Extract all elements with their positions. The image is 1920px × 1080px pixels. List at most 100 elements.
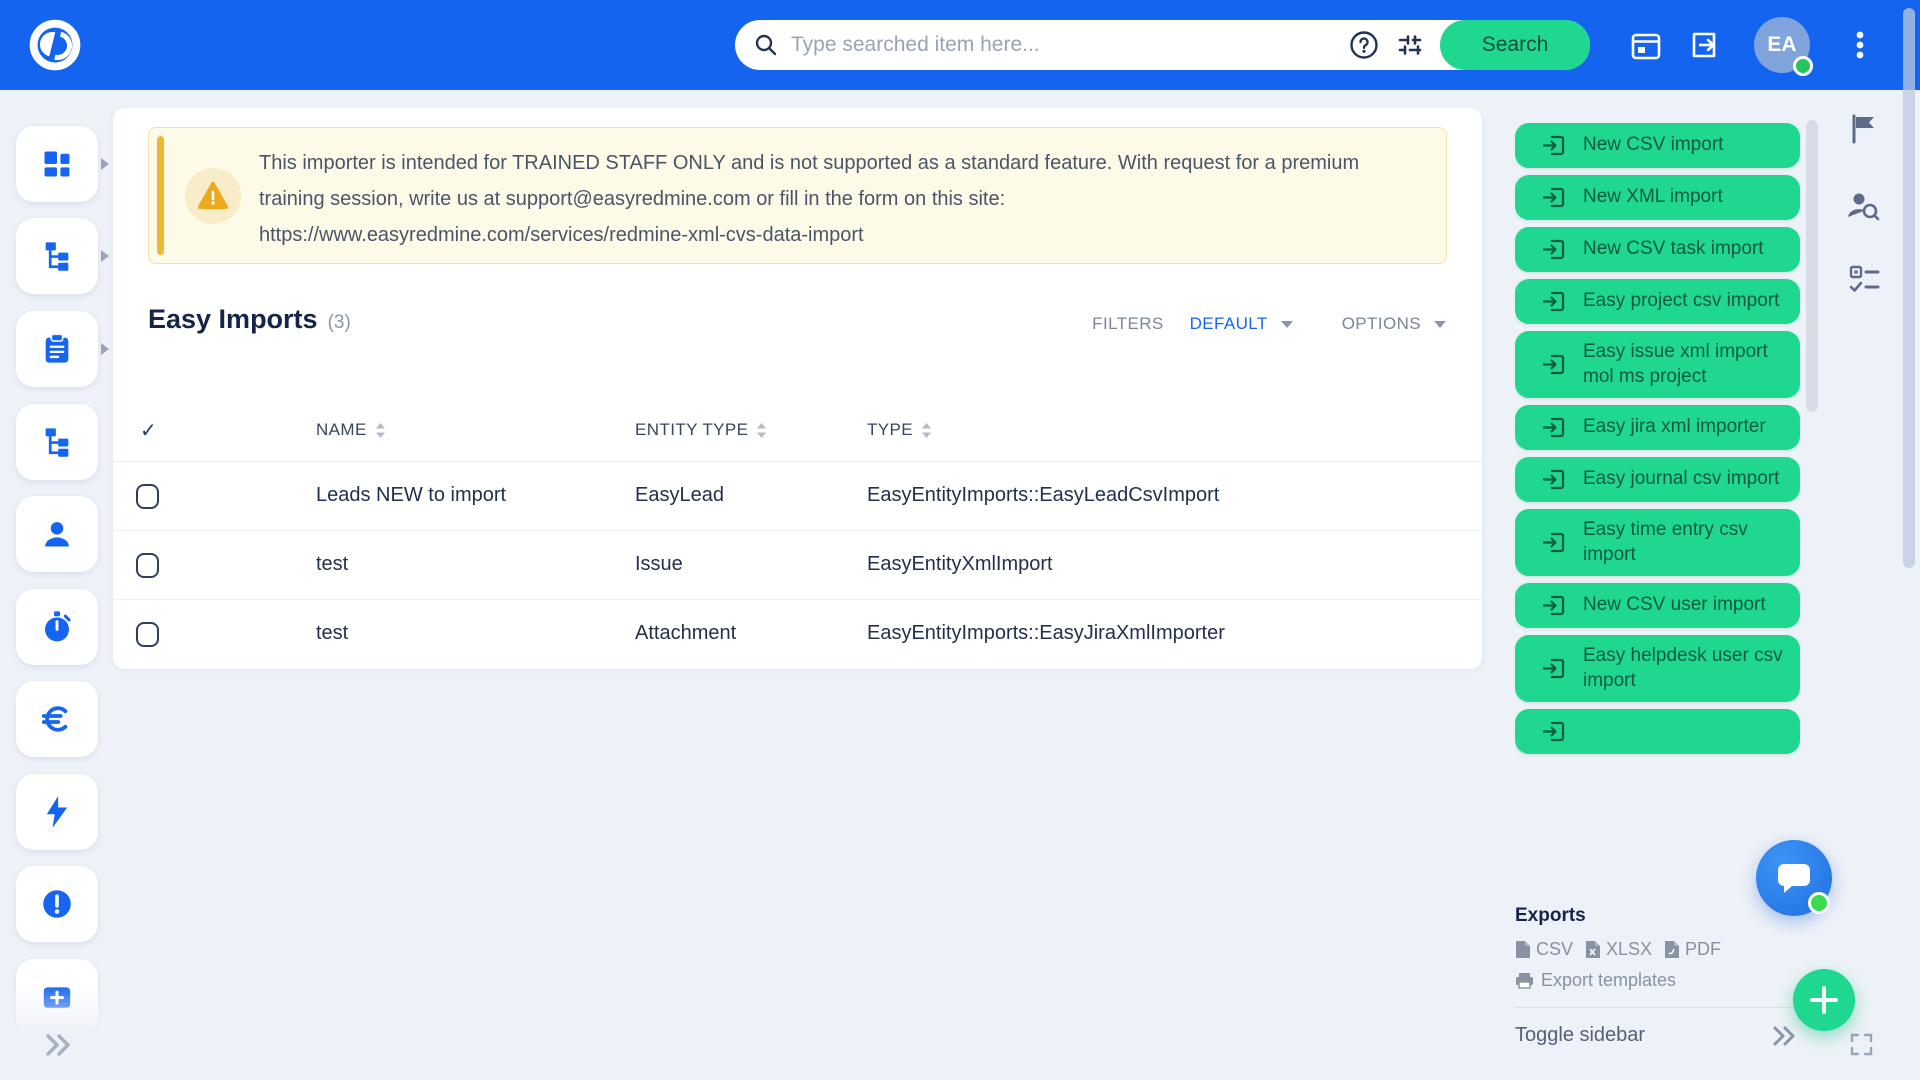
sidebar-item-dashboard[interactable]	[16, 126, 98, 202]
export-csv-link[interactable]: CSV	[1515, 939, 1573, 960]
export-templates-link[interactable]: Export templates	[1515, 970, 1800, 991]
action-new-csv-import[interactable]: New CSV import	[1515, 123, 1800, 168]
chevron-down-icon[interactable]	[1433, 320, 1447, 329]
app-logo-icon[interactable]	[28, 18, 82, 72]
sort-icon[interactable]	[921, 423, 932, 438]
flag-icon[interactable]	[1850, 114, 1878, 144]
import-icon	[1541, 288, 1568, 315]
chevron-right-icon[interactable]	[99, 157, 111, 171]
import-icon	[1541, 655, 1568, 682]
cell-name: test	[316, 553, 348, 576]
action-easy-journal-csv-import[interactable]: Easy journal csv import	[1515, 457, 1800, 502]
logout-icon[interactable]	[1686, 27, 1722, 63]
options-dropdown[interactable]: OPTIONS	[1342, 314, 1421, 334]
warning-triangle-icon	[197, 181, 229, 211]
cell-name: test	[316, 622, 348, 645]
search-input[interactable]	[779, 33, 1348, 57]
action-new-csv-user-import[interactable]: New CSV user import	[1515, 583, 1800, 628]
cell-type: EasyEntityImports::EasyLeadCsvImport	[867, 484, 1219, 507]
plus-icon	[1809, 985, 1839, 1015]
action-easy-jira-xml-importer[interactable]: Easy jira xml importer	[1515, 405, 1800, 450]
action-easy-helpdesk-user-csv-import[interactable]: Easy helpdesk user csv import	[1515, 635, 1800, 702]
checklist-icon[interactable]	[1848, 264, 1880, 294]
import-icon	[1541, 466, 1568, 493]
action-easy-time-entry-csv-import[interactable]: Easy time entry csv import	[1515, 509, 1800, 576]
import-icon	[1541, 132, 1568, 159]
toggle-sidebar-button[interactable]: Toggle sidebar	[1515, 1024, 1770, 1047]
page-title: Easy Imports	[148, 304, 318, 335]
sidebar-item-money[interactable]	[16, 681, 98, 757]
cell-type: EasyEntityImports::EasyJiraXmlImporter	[867, 622, 1225, 645]
clipboard-icon	[40, 332, 74, 366]
project-tree-icon	[40, 239, 74, 273]
sidebar-item-tasks[interactable]	[16, 311, 98, 387]
select-all-check[interactable]: ✓	[140, 418, 157, 443]
table-row[interactable]: test Attachment EasyEntityImports::EasyJ…	[113, 600, 1482, 669]
sort-icon[interactable]	[756, 423, 767, 438]
euro-icon	[39, 701, 75, 737]
export-xlsx-link[interactable]: XLSX	[1585, 939, 1652, 960]
column-header-type[interactable]: TYPE	[867, 420, 932, 440]
file-icon	[1585, 940, 1601, 959]
import-actions-panel: New CSV import New XML import New CSV ta…	[1515, 123, 1800, 915]
column-header-entity-type[interactable]: ENTITY TYPE	[635, 420, 767, 440]
page-scrollbar[interactable]	[1903, 8, 1915, 568]
table-row[interactable]: test Issue EasyEntityXmlImport	[113, 531, 1482, 600]
chat-online-dot	[1808, 892, 1830, 914]
chevron-down-icon[interactable]	[1280, 320, 1294, 329]
fullscreen-icon[interactable]	[1850, 1033, 1873, 1056]
action-new-xml-import[interactable]: New XML import	[1515, 175, 1800, 220]
actions-scrollbar[interactable]	[1806, 120, 1818, 412]
sidebar-item-hierarchy[interactable]	[16, 404, 98, 480]
row-checkbox[interactable]	[136, 484, 159, 509]
kebab-menu-icon[interactable]	[1848, 27, 1872, 63]
search-filters-icon[interactable]	[1394, 29, 1426, 61]
row-checkbox[interactable]	[136, 622, 159, 647]
person-icon	[40, 517, 74, 551]
import-icon	[1541, 529, 1568, 556]
search-button[interactable]: Search	[1440, 20, 1590, 70]
action-easy-issue-xml-import[interactable]: Easy issue xml import mol ms project	[1515, 331, 1800, 398]
filters-label[interactable]: FILTERS	[1092, 314, 1163, 334]
action-new-csv-task-import[interactable]: New CSV task import	[1515, 227, 1800, 272]
sidebar-item-alerts[interactable]	[16, 866, 98, 942]
tree-icon	[40, 425, 74, 459]
warning-icon-wrap	[185, 168, 241, 224]
help-icon[interactable]	[1348, 29, 1380, 61]
action-label: New CSV user import	[1583, 593, 1766, 618]
cell-name: Leads NEW to import	[316, 484, 506, 507]
avatar-initials: EA	[1767, 33, 1796, 57]
action-easy-project-csv-import[interactable]: Easy project csv import	[1515, 279, 1800, 324]
avatar[interactable]: EA	[1754, 17, 1810, 73]
chevron-right-icon[interactable]	[99, 342, 111, 356]
column-header-name[interactable]: NAME	[316, 420, 386, 440]
import-icon	[1541, 718, 1568, 745]
action-clipped[interactable]	[1515, 709, 1800, 754]
topbar: Search EA	[0, 0, 1920, 90]
import-icon	[1541, 236, 1568, 263]
exports-title: Exports	[1515, 905, 1800, 927]
calendar-icon[interactable]	[1628, 27, 1664, 63]
sidebar-item-time-tracking[interactable]	[16, 589, 98, 665]
table-row[interactable]: Leads NEW to import EasyLead EasyEntityI…	[113, 462, 1482, 531]
printer-icon	[1515, 972, 1534, 989]
sidebar-expand-icon[interactable]	[42, 1032, 76, 1058]
cell-entity-type: Attachment	[635, 622, 736, 645]
row-checkbox[interactable]	[136, 553, 159, 578]
action-label: Easy time entry csv import	[1583, 518, 1790, 567]
search-icon	[753, 32, 779, 58]
double-chevron-right-icon[interactable]	[1770, 1025, 1800, 1047]
sidebar-item-quick-actions[interactable]	[16, 774, 98, 850]
sort-icon[interactable]	[375, 423, 386, 438]
chat-button[interactable]	[1756, 840, 1832, 916]
sidebar-item-projects[interactable]	[16, 218, 98, 294]
export-pdf-link[interactable]: PDF	[1664, 939, 1721, 960]
add-button[interactable]	[1793, 969, 1855, 1031]
main-content-panel: This importer is intended for TRAINED ST…	[113, 108, 1482, 668]
file-icon	[1664, 940, 1680, 959]
sidebar-item-users[interactable]	[16, 496, 98, 572]
filters-default-dropdown[interactable]: DEFAULT	[1190, 314, 1268, 334]
chevron-right-icon[interactable]	[99, 249, 111, 263]
user-search-icon[interactable]	[1846, 190, 1880, 222]
import-icon	[1541, 414, 1568, 441]
